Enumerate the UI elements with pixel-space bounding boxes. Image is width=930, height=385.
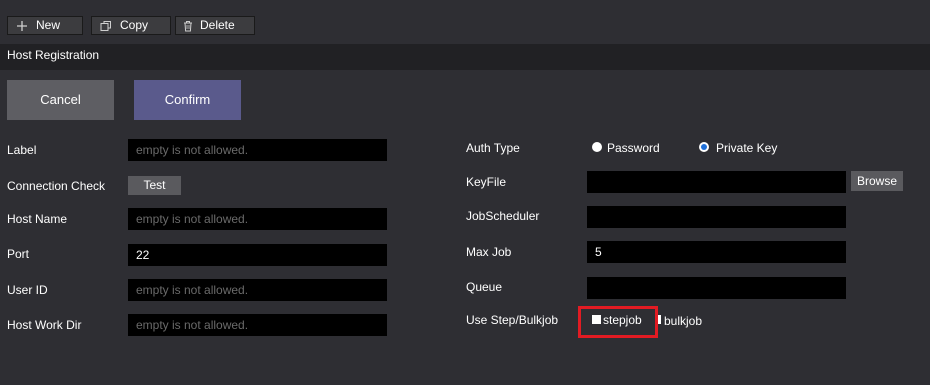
host-work-dir-input[interactable]: empty is not allowed.: [128, 314, 387, 336]
section-title-bar: Host Registration: [0, 44, 930, 70]
cancel-button[interactable]: Cancel: [7, 80, 114, 120]
auth-private-key-radio[interactable]: [699, 142, 709, 152]
page-title: Host Registration: [7, 48, 100, 62]
delete-button-label: Delete: [200, 18, 235, 32]
keyfile-input[interactable]: [587, 171, 846, 193]
label-input[interactable]: empty is not allowed.: [128, 139, 387, 161]
host-name-input[interactable]: empty is not allowed.: [128, 208, 387, 230]
auth-type-label: Auth Type: [466, 141, 520, 155]
host-work-dir-label: Host Work Dir: [7, 318, 82, 332]
copy-icon: [100, 20, 116, 32]
bulkjob-label: bulkjob: [664, 314, 703, 328]
plus-icon: [16, 20, 32, 32]
stepjob-highlight-box: [578, 306, 658, 338]
delete-button[interactable]: Delete: [175, 16, 255, 35]
max-job-input[interactable]: 5: [587, 241, 846, 263]
new-button-label: New: [36, 18, 61, 32]
jobscheduler-input[interactable]: [587, 206, 846, 228]
host-name-label: Host Name: [7, 212, 68, 226]
user-id-label: User ID: [7, 283, 48, 297]
queue-input[interactable]: [587, 277, 846, 299]
connection-check-label: Connection Check: [7, 179, 106, 193]
port-label: Port: [7, 247, 30, 261]
toolbar: New Copy Delete: [0, 0, 930, 44]
port-input[interactable]: 22: [128, 244, 387, 266]
auth-password-label: Password: [607, 141, 660, 155]
queue-label: Queue: [466, 280, 503, 294]
auth-private-key-label: Private Key: [716, 141, 778, 155]
test-button[interactable]: Test: [128, 176, 181, 195]
browse-button[interactable]: Browse: [851, 171, 903, 191]
trash-icon: [182, 20, 198, 32]
auth-password-radio[interactable]: [592, 142, 602, 152]
user-id-input[interactable]: empty is not allowed.: [128, 279, 387, 301]
new-button[interactable]: New: [7, 16, 83, 35]
label-field-label: Label: [7, 143, 37, 157]
keyfile-label: KeyFile: [466, 175, 507, 189]
use-step-bulkjob-label: Use Step/Bulkjob: [466, 313, 559, 327]
copy-button-label: Copy: [120, 18, 149, 32]
max-job-label: Max Job: [466, 245, 512, 259]
copy-button[interactable]: Copy: [91, 16, 171, 35]
confirm-button[interactable]: Confirm: [134, 80, 241, 120]
jobscheduler-label: JobScheduler: [466, 209, 540, 223]
